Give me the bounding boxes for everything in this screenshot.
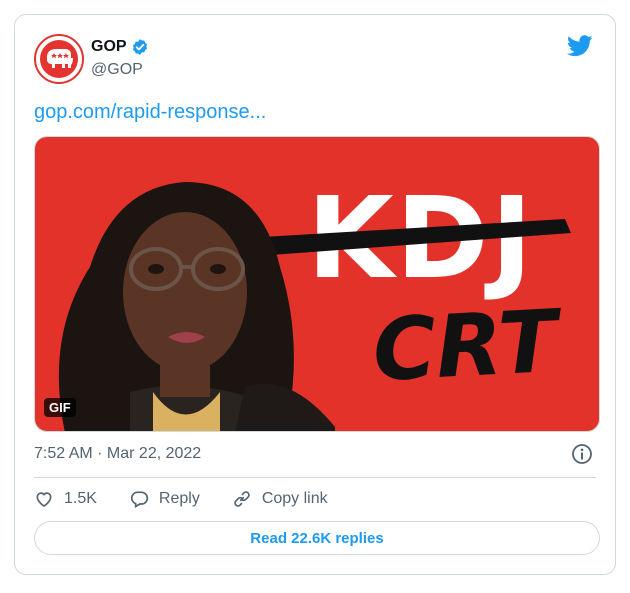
link-icon — [234, 491, 250, 507]
heart-icon — [36, 492, 52, 508]
display-name[interactable]: GOP — [91, 38, 127, 56]
gop-elephant-logo[interactable] — [34, 34, 84, 84]
tweet-media-gif[interactable]: KDJ CRT GIF — [34, 136, 600, 432]
read-replies-button[interactable]: Read 22.6K replies — [34, 521, 600, 555]
scrawl-crt: CRT — [370, 291, 565, 401]
twitter-bird-icon[interactable] — [567, 35, 593, 57]
copy-link-label: Copy link — [261, 490, 328, 507]
reply-label: Reply — [158, 490, 200, 507]
reply-button[interactable]: Reply — [129, 489, 200, 509]
action-bar: 1.5K Reply Copy link — [34, 489, 360, 509]
tweet-timestamp[interactable]: 7:52 AM · Mar 22, 2022 — [34, 445, 201, 463]
author-name-row: GOP — [91, 38, 149, 56]
likes-count: 1.5K — [64, 490, 97, 507]
verified-badge-icon — [132, 39, 147, 55]
info-icon[interactable] — [571, 443, 593, 465]
copy-link-button[interactable]: Copy link — [232, 489, 328, 509]
like-button[interactable]: 1.5K — [34, 489, 97, 509]
gif-badge: GIF — [44, 398, 76, 417]
tweet-card: GOP @GOP gop.com/rapid-response... KDJ C… — [14, 14, 616, 575]
author-handle[interactable]: @GOP — [91, 61, 143, 79]
reply-icon — [130, 491, 149, 508]
divider — [34, 477, 596, 478]
media-image: KDJ CRT — [35, 137, 599, 431]
tweet-link[interactable]: gop.com/rapid-response... — [34, 101, 266, 124]
